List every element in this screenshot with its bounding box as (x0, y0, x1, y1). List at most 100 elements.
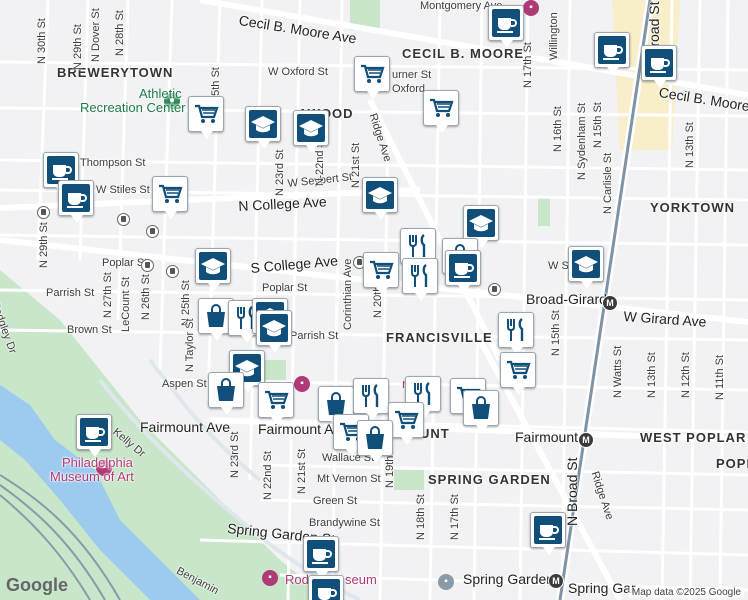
cart-marker[interactable] (258, 382, 294, 425)
bag-icon (467, 394, 495, 422)
coffee-icon (598, 36, 626, 64)
museum-pin-3-icon[interactable]: ▪ (523, 0, 539, 16)
school-marker[interactable] (568, 246, 604, 289)
neighborhood-popl: POPL (716, 456, 748, 471)
cart-icon (262, 386, 290, 414)
street-w-stiles-st: W Stiles St (96, 184, 150, 196)
coffee-marker[interactable] (58, 180, 94, 223)
street-n-college-ave: N College Ave (237, 193, 328, 214)
street-n-26th-st: N 26th St (140, 274, 152, 320)
subway-fairmount-icon[interactable]: M (578, 432, 594, 448)
street-n-carlisle-st: N Carlisle St (602, 152, 614, 214)
street-n-12th-st: N 12th St (680, 352, 692, 398)
school-marker[interactable] (256, 310, 292, 353)
street-n-sydenham-st: N Sydenham St (576, 102, 588, 180)
street-n-27th-st: N 27th St (102, 272, 114, 318)
coffee-marker[interactable] (445, 250, 481, 293)
school-marker[interactable] (293, 110, 329, 153)
street-green-st: Green St (313, 495, 358, 507)
coffee-icon (307, 540, 335, 568)
restaurant-marker[interactable] (353, 378, 389, 421)
coffee-marker[interactable] (308, 575, 344, 600)
school-marker[interactable] (195, 248, 231, 291)
street-w-st: W S (548, 260, 569, 272)
street-aspen-st: Aspen St (162, 378, 207, 390)
street-n-dover-st: N Dover St (90, 8, 102, 62)
subway-spring-garden-icon[interactable]: M (548, 573, 564, 589)
cart-marker[interactable] (363, 252, 399, 295)
restaurant-icon (502, 316, 530, 344)
map-attribution[interactable]: Map data ©2025 Google (628, 587, 744, 598)
neighborhood-cecil-b-moore: CECIL B. MOORE (402, 46, 525, 61)
cart-marker[interactable] (152, 176, 188, 219)
station-broad-girard: Broad-Girard (526, 291, 607, 307)
street-n-28th-st: N 28th St (114, 10, 126, 56)
bag-icon (202, 302, 230, 330)
cart-marker[interactable] (423, 90, 459, 133)
street-corinthian-ave: Corinthian Ave (342, 258, 354, 330)
street-n-watts-st: N Watts St (612, 345, 624, 398)
subway-broad-girard-icon[interactable]: M (602, 295, 618, 311)
school-icon (249, 110, 277, 138)
bus-stop-icon[interactable] (37, 206, 50, 219)
coffee-marker[interactable] (641, 45, 677, 88)
museum-pin-2-icon[interactable]: ▪ (294, 376, 310, 392)
restaurant-marker[interactable] (498, 312, 534, 355)
bag-marker[interactable] (463, 390, 499, 433)
cart-marker[interactable] (354, 56, 390, 99)
cart-icon (192, 100, 220, 128)
coffee-marker[interactable] (303, 536, 339, 579)
street-mt-vernon-st: Mt Vernon St (317, 473, 381, 485)
bus-stop-icon[interactable] (117, 213, 130, 226)
coffee-marker[interactable] (488, 5, 524, 48)
street-n-21st-st-2: N 21st St (296, 448, 308, 494)
street-n-29th-st: N 29th St (72, 24, 84, 70)
poi-athletic-line1: Athletic (139, 86, 182, 101)
school-pin-icon[interactable]: ▪ (438, 574, 454, 590)
cart-marker[interactable] (188, 96, 224, 139)
street-n-23rd-st-2: N 23rd St (229, 431, 241, 478)
neighborhood-francisville: FRANCISVILLE (386, 330, 493, 345)
neighborhood-yorktown: YORKTOWN (650, 200, 736, 215)
google-logo: Google (6, 575, 68, 595)
street-n-13th-st: N 13th St (684, 122, 696, 168)
bus-stop-icon[interactable] (141, 259, 154, 272)
street-n-29th-st-2: N 29th St (38, 222, 50, 268)
cart-icon (504, 356, 532, 384)
street-turner-st: urner St (392, 69, 432, 81)
coffee-marker[interactable] (76, 414, 112, 457)
coffee-marker[interactable] (530, 512, 566, 555)
bus-stop-icon[interactable] (166, 265, 179, 278)
street-n-13th-st-2: N 13th St (646, 352, 658, 398)
street-parrish-st: Parrish St (46, 287, 95, 299)
coffee-icon (645, 49, 673, 77)
street-n-11th-st: N 11th St (714, 354, 726, 400)
street-oxford: Oxford (392, 83, 426, 95)
street-n-taylor-st: N Taylor St (184, 318, 196, 372)
bus-stop-icon[interactable] (488, 283, 501, 296)
bag-icon (212, 376, 240, 404)
cart-marker[interactable] (388, 402, 424, 445)
poi-rodin-2: seum (345, 572, 377, 587)
school-marker[interactable] (362, 177, 398, 220)
map-canvas[interactable]: BREWERYTOWN CECIL B. MOORE YORKTOWN FRAN… (0, 0, 748, 600)
coffee-icon (80, 418, 108, 446)
bag-marker[interactable] (357, 420, 393, 463)
street-thompson-st: Thompson St (80, 157, 146, 169)
street-w-oxford-st: W Oxford St (268, 66, 328, 78)
bus-stop-icon[interactable] (146, 225, 159, 238)
street-n-30th-st: N 30th St (36, 18, 48, 64)
street-brandywine-st: Brandywine St (309, 517, 380, 529)
restaurant-marker[interactable] (402, 258, 438, 301)
coffee-marker[interactable] (594, 32, 630, 75)
bag-marker[interactable] (208, 372, 244, 415)
neighborhood-west-poplar: WEST POPLAR (640, 430, 747, 445)
school-marker[interactable] (463, 205, 499, 248)
street-brown-st: Brown St (67, 324, 112, 336)
cart-icon (392, 406, 420, 434)
coffee-icon (62, 184, 90, 212)
coffee-icon (449, 254, 477, 282)
rodin-pin-icon[interactable]: ▪ (262, 570, 278, 586)
cart-marker[interactable] (500, 352, 536, 395)
school-marker[interactable] (245, 106, 281, 149)
